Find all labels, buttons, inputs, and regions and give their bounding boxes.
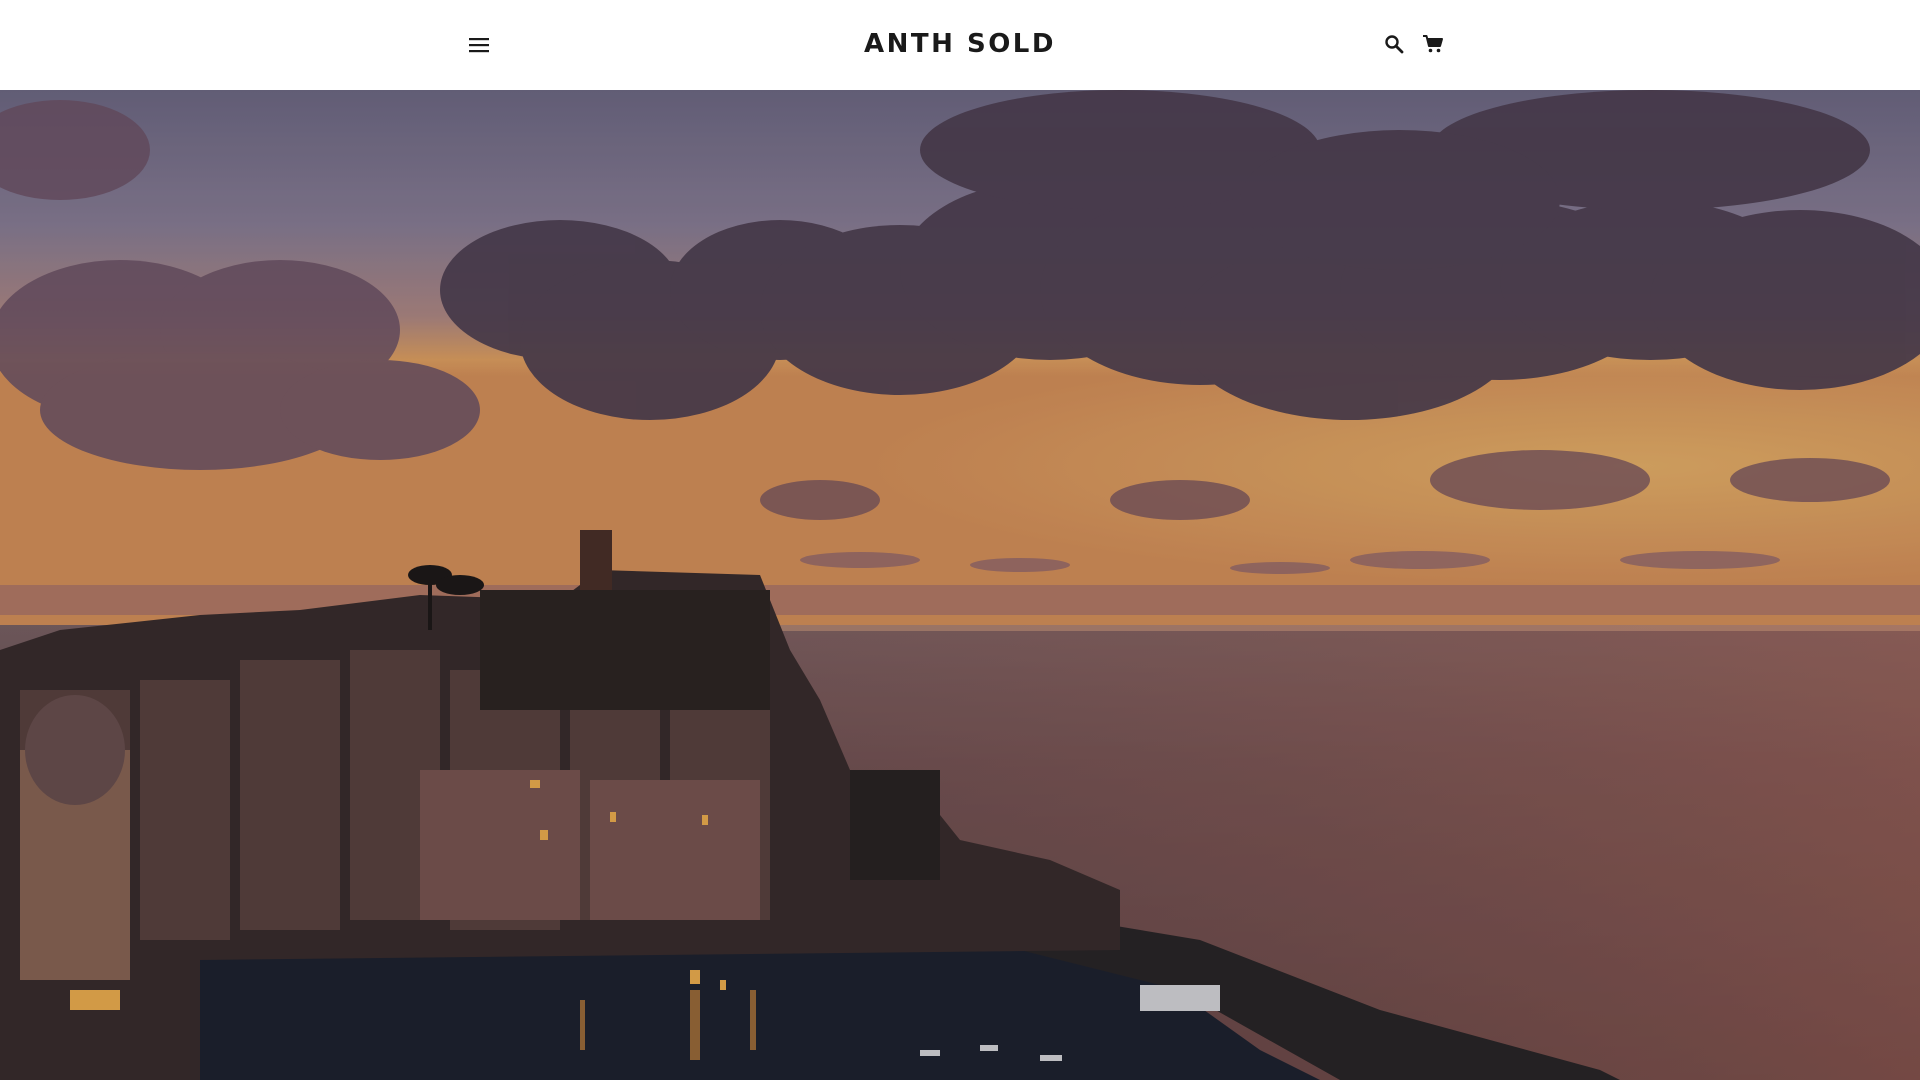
menu-button[interactable] xyxy=(464,31,494,59)
cart-button[interactable] xyxy=(1418,30,1448,58)
cart-icon xyxy=(1423,35,1443,53)
site-header: ANTH SOLD xyxy=(0,0,1920,90)
site-logo-text[interactable]: ANTH SOLD xyxy=(760,26,1160,62)
search-icon xyxy=(1385,35,1404,54)
hero-banner xyxy=(0,90,1920,1080)
hero-image xyxy=(0,90,1920,1080)
hamburger-menu-icon xyxy=(469,38,489,53)
search-button[interactable] xyxy=(1380,30,1408,58)
